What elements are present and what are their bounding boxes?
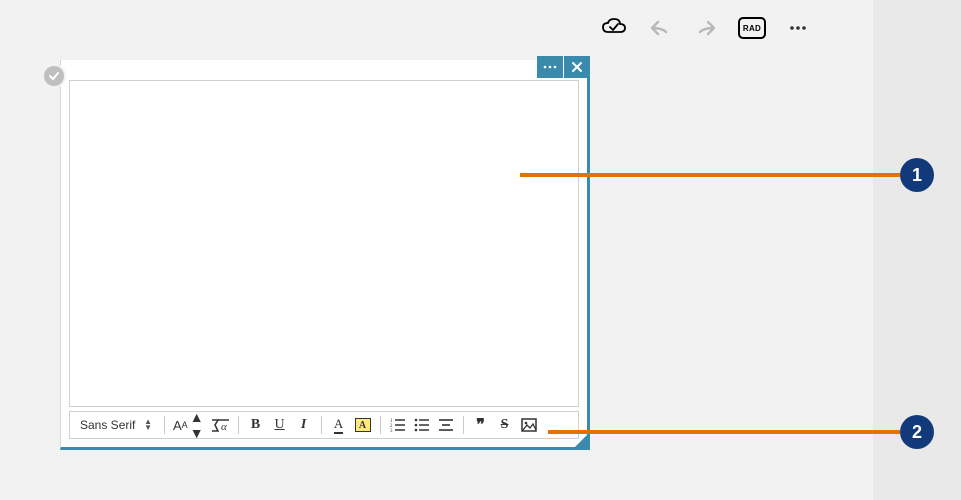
- text-color-button[interactable]: A: [330, 415, 348, 435]
- equation-button[interactable]: α: [210, 415, 230, 435]
- chevron-updown-icon: ▲▼: [190, 409, 204, 441]
- status-check-badge[interactable]: [44, 66, 64, 86]
- italic-button[interactable]: I: [295, 415, 313, 435]
- image-button[interactable]: [520, 415, 538, 435]
- font-family-picker[interactable]: Sans Serif ▲▼: [76, 418, 156, 432]
- chevron-updown-icon: ▲▼: [144, 419, 152, 431]
- top-action-bar: RAD: [600, 8, 812, 48]
- annotation-line: [548, 430, 900, 434]
- underline-button[interactable]: U: [271, 415, 289, 435]
- panel-options-button[interactable]: [537, 56, 563, 78]
- annotation-line: [520, 173, 900, 177]
- editor-titlebar: [537, 56, 590, 78]
- unordered-list-button[interactable]: [413, 415, 431, 435]
- svg-text:α: α: [221, 421, 227, 433]
- font-size-button[interactable]: AA ▲▼: [173, 415, 204, 435]
- resize-handle[interactable]: [572, 432, 590, 450]
- ordered-list-button[interactable]: 1 2 3: [389, 415, 407, 435]
- font-family-label: Sans Serif: [80, 418, 135, 432]
- text-editor-panel: Sans Serif ▲▼ AA ▲▼ α B U I A A: [60, 60, 590, 450]
- cloud-sync-button[interactable]: [600, 14, 628, 42]
- annotation-number-label: 2: [912, 422, 922, 443]
- separator: [463, 416, 464, 434]
- close-button[interactable]: [564, 56, 590, 78]
- separator: [164, 416, 165, 434]
- separator: [380, 416, 381, 434]
- rad-mode-button[interactable]: RAD: [738, 14, 766, 42]
- more-menu-button[interactable]: [784, 14, 812, 42]
- annotation-number: 2: [900, 415, 934, 449]
- format-toolbar: Sans Serif ▲▼ AA ▲▼ α B U I A A: [69, 411, 579, 439]
- separator: [238, 416, 239, 434]
- svg-text:3: 3: [390, 429, 393, 432]
- annotation-number-label: 1: [912, 165, 922, 186]
- highlight-button[interactable]: A: [354, 415, 372, 435]
- redo-button[interactable]: [692, 14, 720, 42]
- editor-content-area[interactable]: [69, 80, 579, 407]
- rad-label: RAD: [743, 24, 761, 33]
- align-button[interactable]: [437, 415, 455, 435]
- undo-button[interactable]: [646, 14, 674, 42]
- annotation-number: 1: [900, 158, 934, 192]
- strikethrough-button[interactable]: S: [496, 415, 514, 435]
- quote-button[interactable]: ❞: [472, 415, 490, 435]
- separator: [321, 416, 322, 434]
- bold-button[interactable]: B: [247, 415, 265, 435]
